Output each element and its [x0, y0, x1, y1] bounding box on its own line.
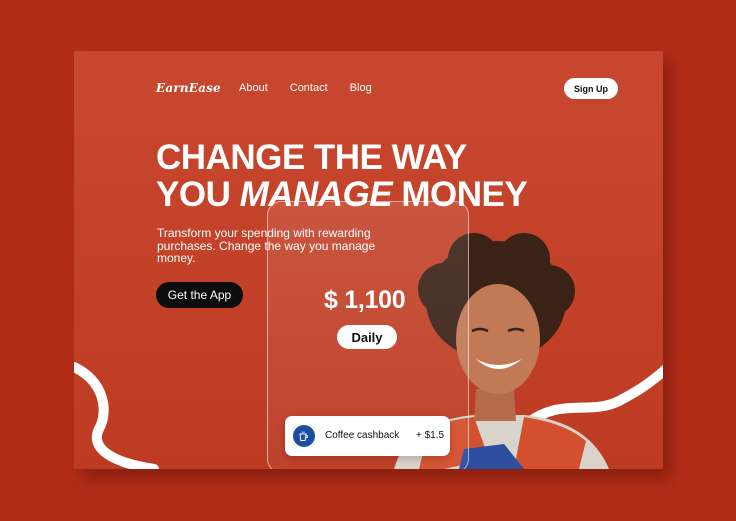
- period-badge[interactable]: Daily: [337, 325, 397, 349]
- hero-headline: CHANGE THE WAY YOU MANAGE MONEY: [156, 138, 528, 214]
- cashback-amount: + $1.5: [416, 430, 445, 441]
- main-nav: About Contact Blog: [239, 82, 394, 94]
- hero-card: EarnEase About Contact Blog Sign Up CHAN…: [74, 51, 663, 469]
- sign-up-button[interactable]: Sign Up: [564, 78, 618, 99]
- nav-link-contact[interactable]: Contact: [290, 82, 328, 94]
- brand-logo[interactable]: EarnEase: [156, 81, 221, 95]
- hero-subtitle: Transform your spending with rewarding p…: [157, 226, 376, 265]
- headline-emphasis: MANAGE: [239, 175, 393, 214]
- cashback-notification: Coffee cashback + $1.5: [285, 416, 450, 456]
- headline-line-2: YOU MANAGE MONEY: [156, 175, 528, 214]
- coffee-cup-icon: [293, 425, 315, 447]
- balance-amount: $ 1,100: [324, 286, 406, 314]
- headline-suffix: MONEY: [392, 175, 528, 214]
- cashback-label: Coffee cashback: [325, 430, 400, 441]
- nav-link-blog[interactable]: Blog: [350, 82, 372, 94]
- get-app-button[interactable]: Get the App: [156, 282, 243, 308]
- headline-prefix: YOU: [156, 175, 240, 214]
- nav-link-about[interactable]: About: [239, 82, 268, 94]
- headline-line-1: CHANGE THE WAY: [156, 138, 467, 177]
